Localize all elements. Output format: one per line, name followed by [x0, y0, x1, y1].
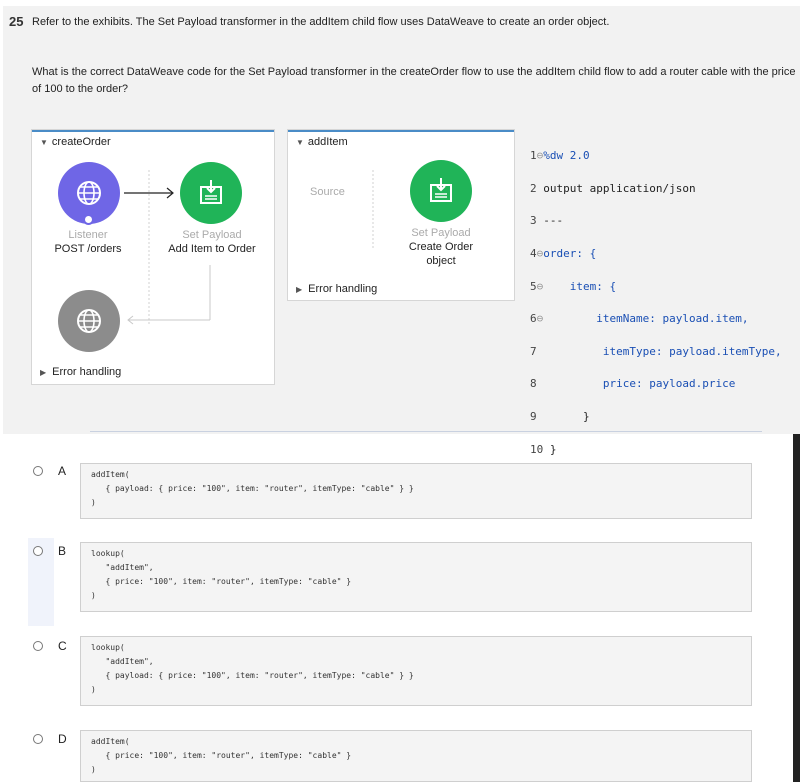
option-code[interactable]: lookup( "addItem", { price: "100", item:… — [80, 542, 752, 612]
error-handling-toggle[interactable]: ▶ Error handling — [296, 283, 377, 295]
code-line: 7 itemType: payload.itemType, — [530, 344, 798, 360]
line-number: 9 — [530, 410, 537, 424]
flow-connector-lines — [127, 170, 211, 325]
radio-button[interactable] — [33, 641, 43, 651]
expand-triangle-icon[interactable]: ▶ — [296, 285, 302, 294]
collapse-triangle-icon[interactable]: ▼ — [296, 138, 304, 147]
line-number: 5 — [530, 279, 537, 293]
code-text: order: { — [543, 247, 597, 261]
scrollbar[interactable] — [793, 434, 800, 782]
question-text: What is the correct DataWeave code for t… — [32, 66, 796, 95]
error-handling-label: Error handling — [308, 283, 378, 295]
line-number: 4 — [530, 247, 537, 261]
set-payload-type: Set Payload — [411, 227, 471, 239]
code-line: 3 --- — [530, 213, 798, 229]
code-text: itemType: payload.itemType, — [602, 344, 782, 358]
option-letter: B — [58, 544, 67, 558]
question-intro: Refer to the exhibits. The Set Payload t… — [32, 16, 610, 28]
radio-button[interactable] — [33, 734, 43, 744]
set-payload-component[interactable] — [410, 160, 472, 222]
radio-button[interactable] — [33, 546, 43, 556]
option-code[interactable]: addItem( { payload: { price: "100", item… — [80, 463, 752, 519]
code-text: item: { — [569, 279, 617, 293]
code-line: 4⊖order: { — [530, 246, 798, 262]
line-number: 2 — [530, 181, 537, 195]
expand-triangle-icon[interactable]: ▶ — [40, 368, 46, 377]
flow-accent-line — [288, 130, 514, 132]
option-letter: D — [58, 732, 67, 746]
line-number: 3 — [530, 214, 537, 228]
source-divider — [372, 170, 374, 250]
code-line: 10 } — [530, 442, 798, 458]
error-handling-toggle[interactable]: ▶ Error handling — [40, 366, 121, 378]
code-line: 5⊖ item: { — [530, 279, 798, 295]
code-line: 6⊖ itemName: payload.item, — [530, 311, 798, 327]
fold-marker: ⊖ — [536, 312, 544, 326]
code-line: 2 output application/json — [530, 181, 798, 197]
code-line: 1⊖%dw 2.0 — [530, 148, 798, 164]
code-text: itemName: payload.item, — [596, 312, 749, 326]
line-number: 10 — [530, 442, 544, 456]
code-text: } — [582, 410, 590, 424]
code-text: } — [549, 442, 557, 456]
add-item-flow: ▼ addItem Source Set Payload Create Order… — [287, 129, 515, 301]
code-text: output application/json — [543, 181, 696, 195]
dataweave-code: 1⊖%dw 2.0 2 output application/json 3 --… — [530, 132, 798, 455]
separator — [90, 431, 762, 432]
option-letter: C — [58, 639, 67, 653]
fold-marker: ⊖ — [536, 279, 544, 293]
set-payload-name-cont: object — [426, 255, 456, 267]
error-handling-label: Error handling — [52, 366, 122, 378]
create-order-flow: ▼ createOrder Listener POST /orders Set P… — [31, 129, 275, 385]
line-number: 1 — [530, 149, 537, 163]
question-number: 25 — [9, 14, 24, 29]
code-text: %dw 2.0 — [543, 149, 590, 163]
code-line: 8 price: payload.price — [530, 376, 798, 392]
radio-button[interactable] — [33, 466, 43, 476]
line-number: 8 — [530, 377, 537, 391]
flow-reference-component[interactable] — [58, 290, 120, 352]
flow-title-add-item[interactable]: ▼ addItem — [296, 136, 348, 148]
option-code[interactable]: lookup( "addItem", { payload: { price: "… — [80, 636, 752, 706]
set-payload-label: Set Payload Create Order object — [381, 226, 501, 268]
globe-icon — [77, 309, 101, 333]
line-number: 6 — [530, 312, 537, 326]
source-placeholder[interactable]: Source — [310, 186, 345, 198]
set-payload-icon — [430, 178, 452, 202]
flow-title-label: addItem — [307, 136, 348, 148]
option-code[interactable]: addItem( { price: "100", item: "router",… — [80, 730, 752, 782]
code-line: 9 } — [530, 409, 798, 425]
code-text: price: payload.price — [602, 377, 736, 391]
line-number: 7 — [530, 344, 537, 358]
set-payload-name: Create Order — [408, 241, 474, 253]
option-letter: A — [58, 464, 67, 478]
code-text: --- — [543, 214, 564, 228]
